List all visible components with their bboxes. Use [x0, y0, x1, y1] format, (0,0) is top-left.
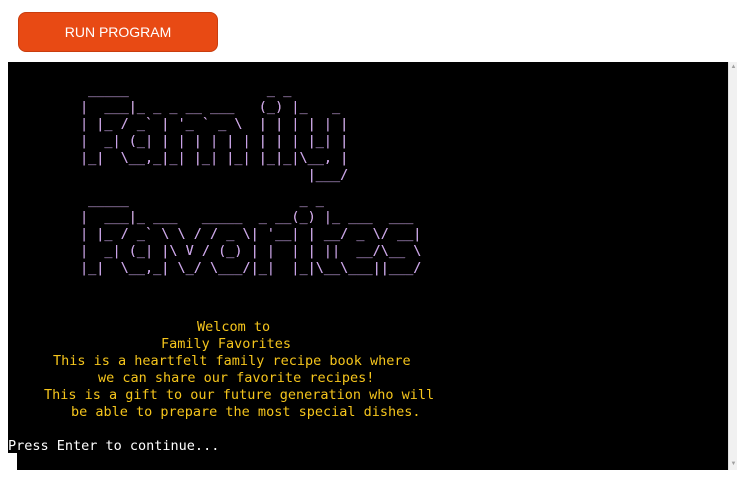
ascii-banner-family: _____ _ _ | ___|_ _ _ __ ___ (_) |_ _ | …: [80, 82, 356, 184]
welcome-line-1: Welcom to: [197, 319, 271, 335]
welcome-line-5: This is a gift to our future generation …: [44, 387, 435, 403]
welcome-line-6: be able to prepare the most special dish…: [71, 404, 421, 420]
terminal-corner: [8, 453, 17, 470]
continue-prompt: Press Enter to continue...: [8, 438, 220, 454]
terminal-scrollbar[interactable]: ▲ ▼: [728, 62, 737, 470]
scroll-down-icon[interactable]: ▼: [730, 461, 737, 468]
welcome-line-4: we can share our favorite recipes!: [98, 370, 375, 386]
run-program-button[interactable]: RUN PROGRAM: [18, 12, 218, 52]
ascii-banner-favorites: _____ _ _ | ___|_ ___ _____ _ __(_) |_ _…: [80, 192, 422, 276]
terminal-output[interactable]: _____ _ _ | ___|_ _ _ __ ___ (_) |_ _ | …: [8, 62, 728, 470]
welcome-line-2: Family Favorites: [161, 336, 292, 352]
welcome-line-3: This is a heartfelt family recipe book w…: [53, 353, 411, 369]
scroll-up-icon[interactable]: ▲: [730, 64, 737, 71]
